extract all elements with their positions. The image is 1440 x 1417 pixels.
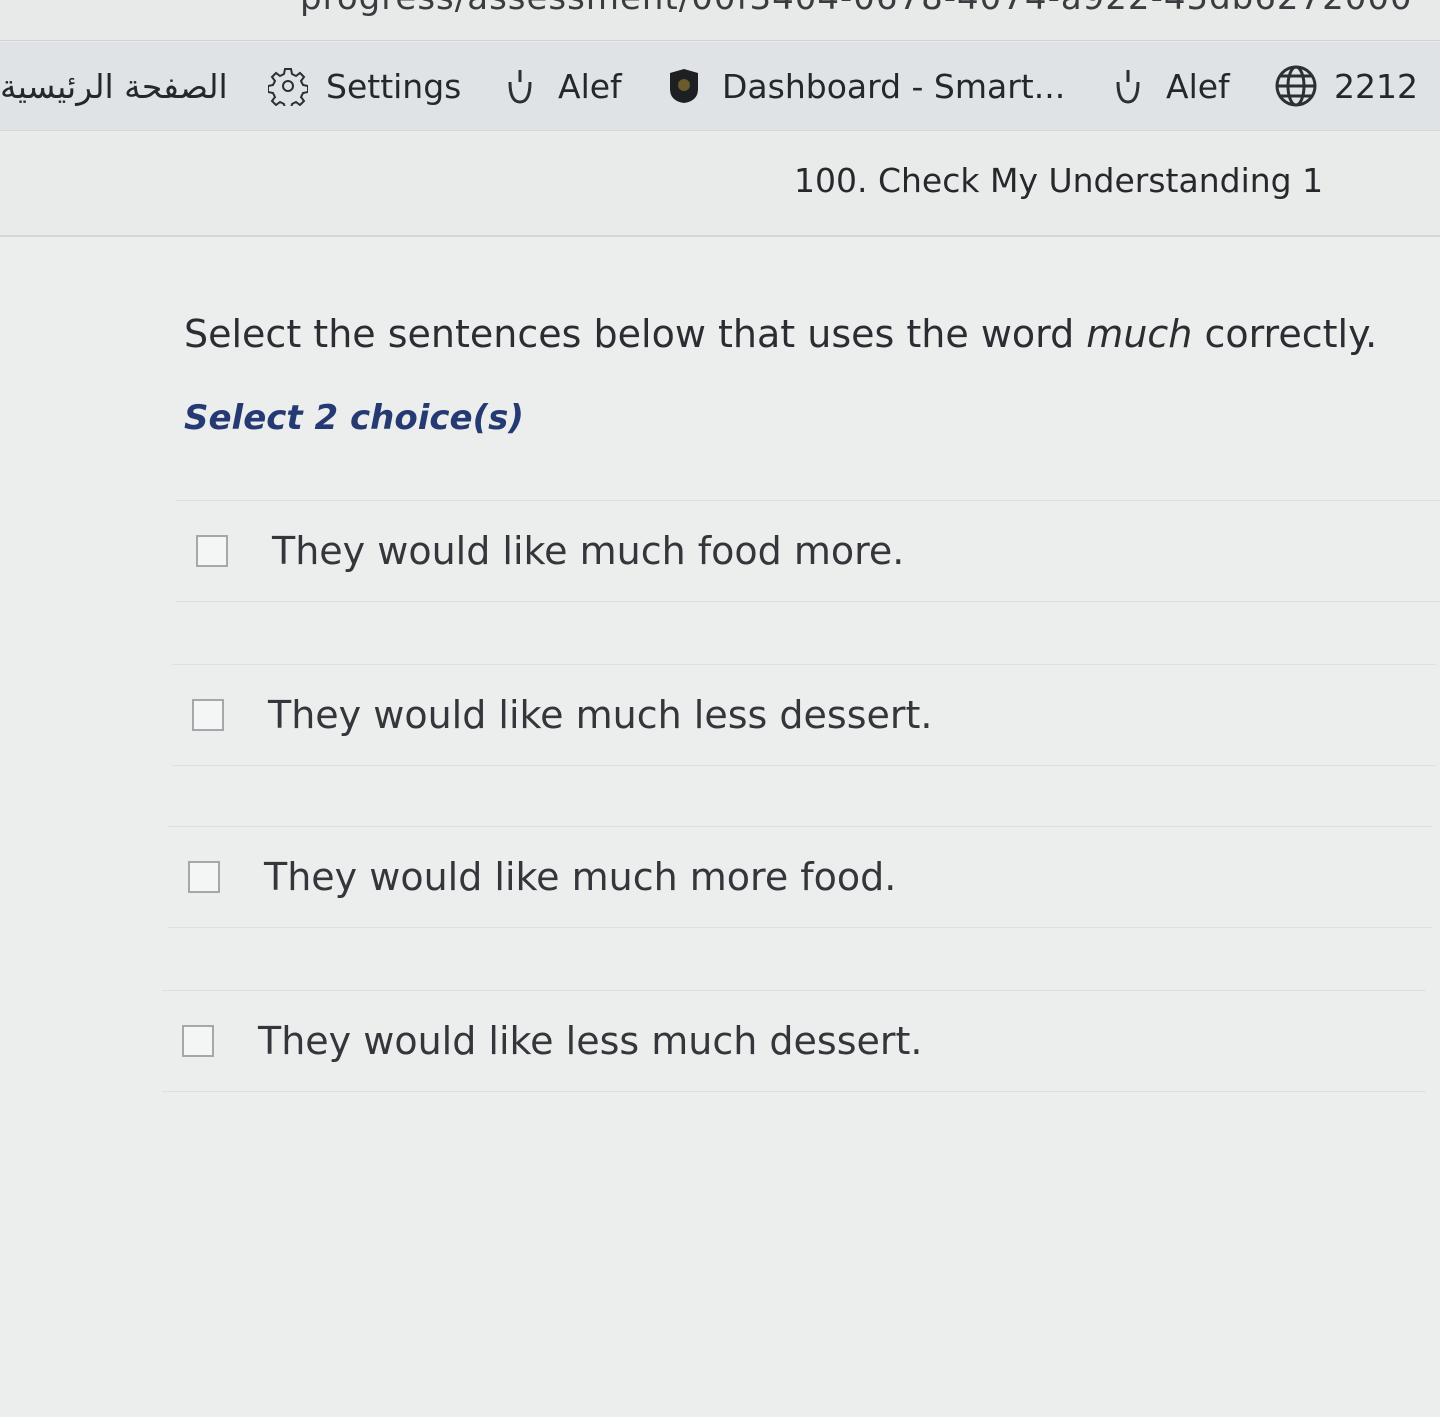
globe-icon bbox=[1274, 64, 1318, 108]
choice-instruction: Select 2 choice(s) bbox=[184, 398, 524, 438]
bookmark-alef-2-label: Alef bbox=[1166, 66, 1230, 106]
bookmark-dashboard-label: Dashboard - Smart... bbox=[722, 66, 1066, 106]
choice-option[interactable]: They would like less much dessert. bbox=[162, 990, 1426, 1092]
alef-logo-icon bbox=[1106, 64, 1150, 108]
choice-option[interactable]: They would like much more food. bbox=[168, 826, 1432, 928]
emblem-icon bbox=[662, 64, 706, 108]
activity-header: 100. Check My Understanding 1 bbox=[0, 131, 1440, 237]
activity-title: 100. Check My Understanding 1 bbox=[794, 161, 1324, 200]
gear-icon bbox=[266, 64, 310, 108]
bookmark-home[interactable]: الصفحة الرئيسية bbox=[0, 64, 228, 108]
choice-text: They would like much food more. bbox=[272, 529, 905, 573]
checkbox[interactable] bbox=[188, 861, 220, 893]
alef-logo-icon bbox=[498, 64, 542, 108]
question-prefix: Select the sentences below that uses the… bbox=[184, 312, 1087, 356]
bookmark-alef-label: Alef bbox=[558, 66, 622, 106]
question-emphasis: much bbox=[1086, 312, 1193, 356]
question-suffix: correctly. bbox=[1192, 312, 1378, 356]
choice-option[interactable]: They would like much food more. bbox=[176, 500, 1440, 602]
address-bar[interactable]: progress/assessment/00f3404-0678-4074-a9… bbox=[0, 0, 1440, 41]
bookmark-alef-2[interactable]: Alef bbox=[1106, 64, 1230, 108]
choice-text: They would like less much dessert. bbox=[258, 1019, 923, 1063]
bookmark-2212[interactable]: 2212 bbox=[1274, 64, 1418, 108]
choice-option[interactable]: They would like much less dessert. bbox=[172, 664, 1436, 766]
bookmark-settings[interactable]: Settings bbox=[266, 64, 461, 108]
bookmark-settings-label: Settings bbox=[326, 66, 462, 106]
choice-text: They would like much less dessert. bbox=[268, 693, 933, 737]
url-text: progress/assessment/00f3404-0678-4074-a9… bbox=[300, 0, 1413, 18]
bookmark-2212-label: 2212 bbox=[1334, 66, 1418, 106]
bookmark-home-label: الصفحة الرئيسية bbox=[0, 66, 228, 106]
checkbox[interactable] bbox=[196, 535, 228, 567]
bookmark-alef[interactable]: Alef bbox=[498, 64, 622, 108]
bookmarks-bar: الصفحة الرئيسية Settings Alef Dashboard … bbox=[0, 42, 1440, 131]
question-text: Select the sentences below that uses the… bbox=[184, 312, 1377, 356]
checkbox[interactable] bbox=[182, 1025, 214, 1057]
choice-text: They would like much more food. bbox=[264, 855, 897, 899]
bookmark-dashboard[interactable]: Dashboard - Smart... bbox=[662, 64, 1065, 108]
checkbox[interactable] bbox=[192, 699, 224, 731]
